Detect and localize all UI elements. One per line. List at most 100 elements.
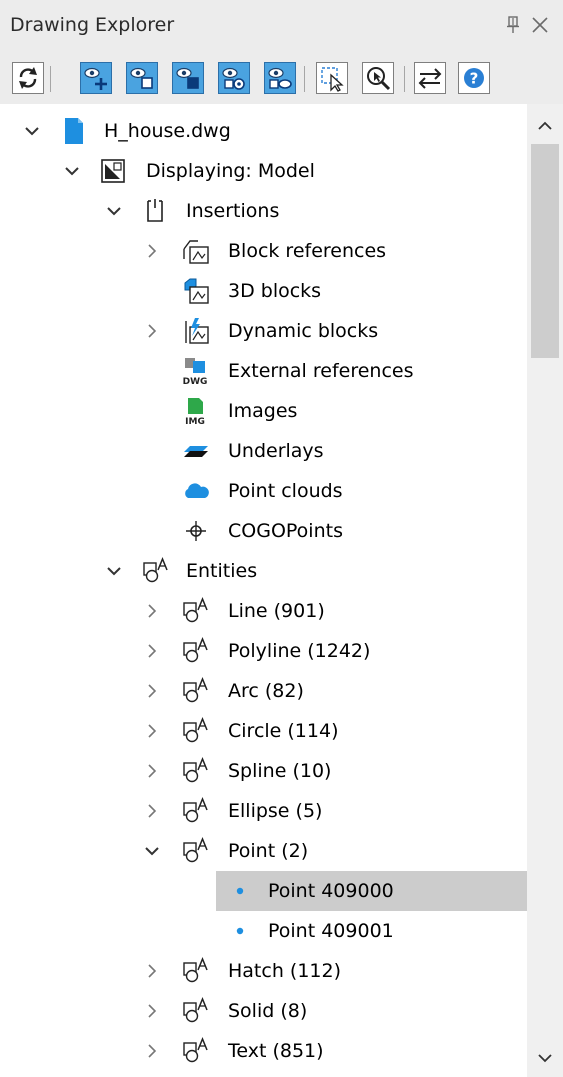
svg-text:DWG: DWG [183,377,208,385]
chevron-right-icon[interactable] [144,323,160,339]
tree-item-solid[interactable]: Solid (8) [0,991,527,1031]
chevron-right-icon[interactable] [144,1003,160,1019]
tree-item-label: Images [228,400,298,422]
chevron-down-icon[interactable] [106,563,122,579]
tree-item-label: Circle (114) [228,720,339,742]
toolbar-separator [404,66,405,92]
tree-item-ellipse[interactable]: Ellipse (5) [0,791,527,831]
svg-text:?: ? [470,70,479,88]
tree-item-drawing-file[interactable]: H_house.dwg [0,111,527,151]
tree-item-label: Entities [186,560,258,582]
eye-search-icon[interactable] [264,62,296,94]
vertical-scrollbar[interactable] [527,104,563,1077]
toolbar: ? [0,52,563,104]
point-dot-icon [226,877,254,905]
tree-item-point-clouds[interactable]: Point clouds [0,471,527,511]
dwg-file-icon [60,117,88,145]
chevron-right-icon[interactable] [144,603,160,619]
tree-item-underlays[interactable]: Underlays [0,431,527,471]
pin-icon[interactable] [506,16,520,34]
tree-item-label: 3D blocks [228,280,322,302]
explorer-tree: H_house.dwg Displaying: Model Insertions… [0,104,527,1077]
tree-item-label: Ellipse (5) [228,800,323,822]
tree-item-label: Hatch (112) [228,960,341,982]
tree-item-3d-blocks[interactable]: 3D blocks [0,271,527,311]
tree-item-images[interactable]: IMG Images [0,391,527,431]
xref-dwg-icon: DWG [182,357,210,387]
entities-icon [182,997,210,1025]
eye-isolate-icon[interactable] [172,62,204,94]
entities-icon [182,1037,210,1065]
insertions-icon [142,197,170,225]
help-icon[interactable]: ? [458,62,490,94]
entities-icon [142,557,170,585]
tree-item-cogo-points[interactable]: COGOPoints [0,511,527,551]
tree-item-label: H_house.dwg [104,120,231,142]
point-dot-icon [226,917,254,945]
refresh-icon[interactable] [12,62,44,94]
tree-item-label: Point 409001 [268,920,394,942]
entities-icon [182,957,210,985]
chevron-right-icon[interactable] [144,1043,160,1059]
chevron-right-icon[interactable] [144,683,160,699]
eye-settings-icon[interactable] [218,62,250,94]
tree-item-label: Polyline (1242) [228,640,371,662]
chevron-down-icon[interactable] [64,163,80,179]
chevron-right-icon[interactable] [144,963,160,979]
scrollbar-thumb[interactable] [531,144,559,358]
entities-icon [182,837,210,865]
tree-item-point-409000[interactable]: Point 409000 [0,871,527,911]
select-objects-icon[interactable] [316,62,348,94]
tree-item-circle[interactable]: Circle (114) [0,711,527,751]
chevron-right-icon[interactable] [144,763,160,779]
tree-item-polyline[interactable]: Polyline (1242) [0,631,527,671]
tree-item-label: Solid (8) [228,1000,308,1022]
cloud-icon [182,477,210,505]
panel-title: Drawing Explorer [10,14,175,36]
eye-hide-icon[interactable] [126,62,158,94]
svg-text:IMG: IMG [185,417,205,425]
tree-item-insertions[interactable]: Insertions [0,191,527,231]
tree-item-label: Arc (82) [228,680,304,702]
title-bar: Drawing Explorer [0,0,563,52]
chevron-right-icon[interactable] [144,243,160,259]
tree-item-label: External references [228,360,414,382]
toolbar-separator [50,66,51,92]
chevron-right-icon[interactable] [144,803,160,819]
tree-item-entities[interactable]: Entities [0,551,527,591]
chevron-right-icon[interactable] [144,643,160,659]
tree-item-displaying-model[interactable]: Displaying: Model [0,151,527,191]
tree-item-text[interactable]: Text (851) [0,1031,527,1071]
dynamic-block-icon [182,317,210,345]
tree-item-label: Text (851) [228,1040,324,1062]
underlay-icon [182,437,210,465]
3d-block-icon [182,277,210,305]
swap-arrows-icon[interactable] [414,62,446,94]
tree-item-label: Displaying: Model [146,160,315,182]
tree-item-spline[interactable]: Spline (10) [0,751,527,791]
entities-icon [182,717,210,745]
eye-add-icon[interactable] [80,62,112,94]
tree-item-arc[interactable]: Arc (82) [0,671,527,711]
close-icon[interactable] [531,16,549,34]
toolbar-separator [304,66,305,92]
chevron-right-icon[interactable] [144,723,160,739]
tree-item-label: Block references [228,240,387,262]
tree-item-external-references[interactable]: DWG External references [0,351,527,391]
tree-item-line[interactable]: Line (901) [0,591,527,631]
chevron-down-icon[interactable] [106,203,122,219]
scroll-up-icon[interactable] [537,118,553,132]
tree-item-point-409001[interactable]: Point 409001 [0,911,527,951]
chevron-down-icon[interactable] [24,123,40,139]
tree-item-block-references[interactable]: Block references [0,231,527,271]
entities-icon [182,597,210,625]
tree-item-hatch[interactable]: Hatch (112) [0,951,527,991]
tree-item-label: Spline (10) [228,760,332,782]
tree-item-dynamic-blocks[interactable]: Dynamic blocks [0,311,527,351]
scroll-down-icon[interactable] [537,1050,553,1064]
tree-item-label: Underlays [228,440,324,462]
zoom-to-icon[interactable] [362,62,394,94]
model-space-icon [100,157,128,185]
tree-item-point[interactable]: Point (2) [0,831,527,871]
chevron-down-icon[interactable] [144,843,160,859]
